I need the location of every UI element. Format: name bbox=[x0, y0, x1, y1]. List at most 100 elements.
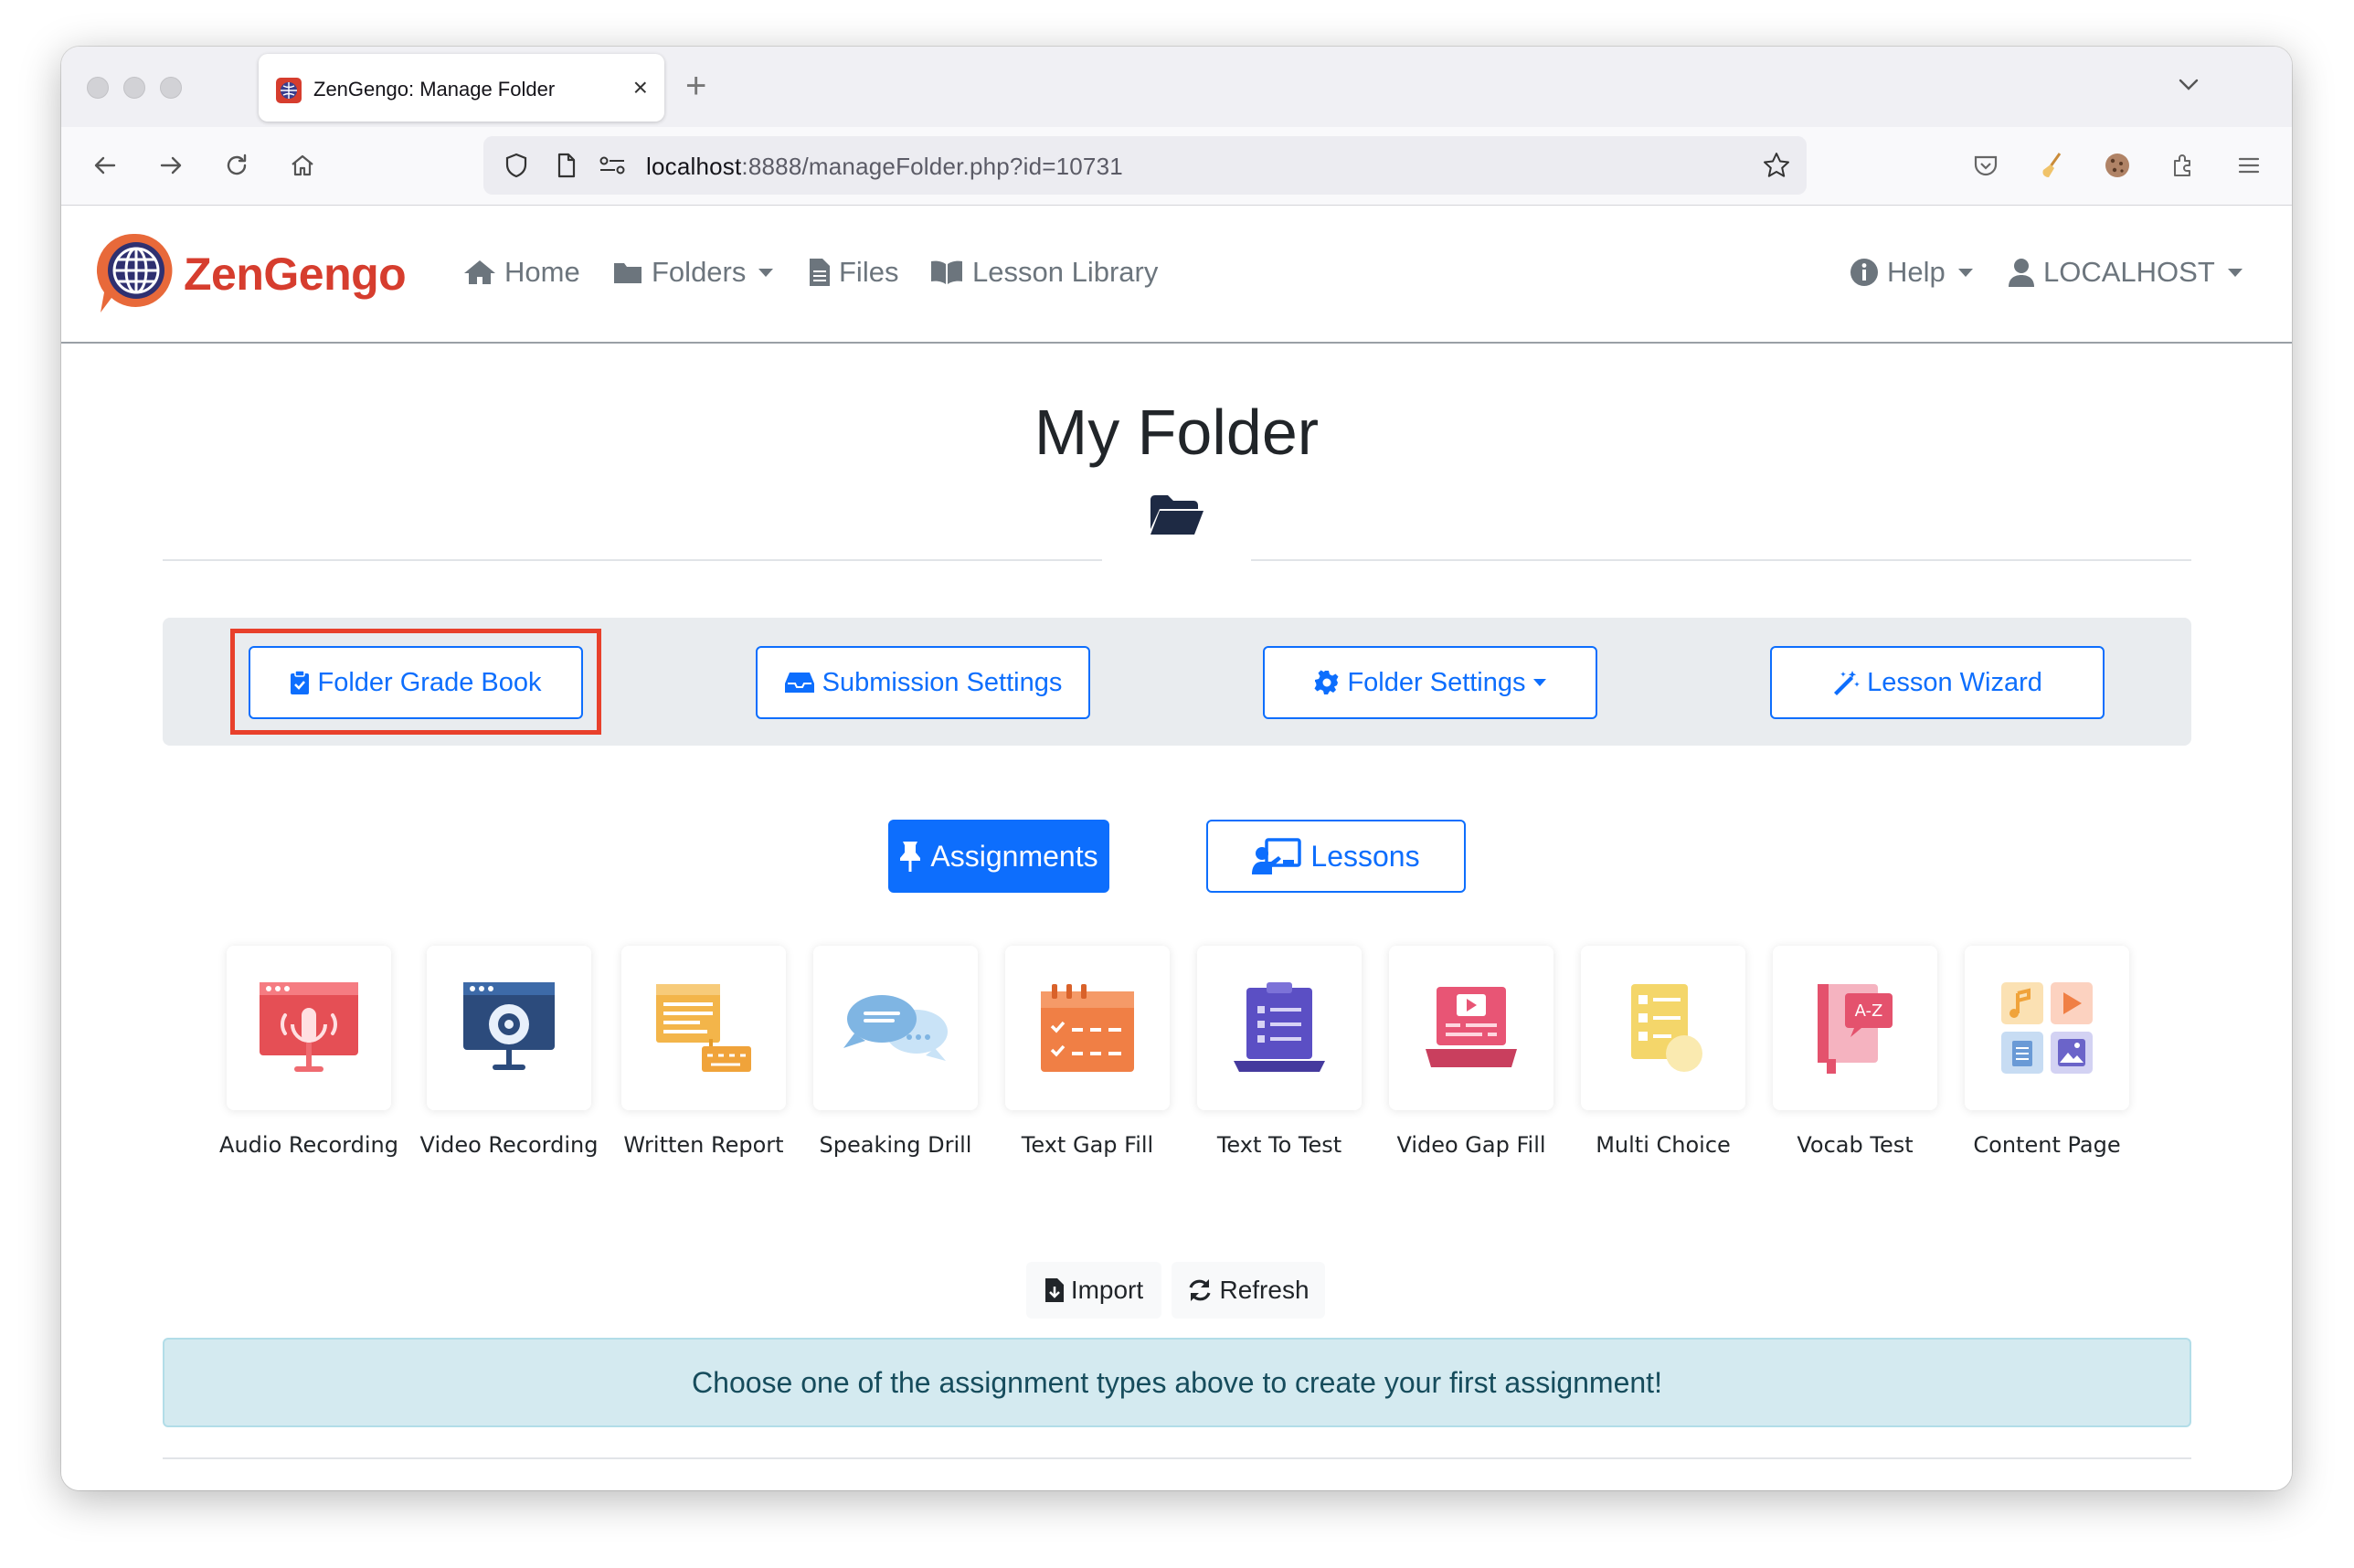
video-gap-fill-icon bbox=[1426, 987, 1517, 1067]
nav-user-dropdown[interactable]: LOCALHOST bbox=[2008, 254, 2243, 291]
lesson-wizard-button[interactable]: Lesson Wizard bbox=[1770, 646, 2105, 719]
tab-title: ZenGengo: Manage Folder bbox=[313, 78, 556, 101]
assignment-type-label: Text Gap Fill bbox=[1021, 1132, 1154, 1158]
magic-wand-icon bbox=[1834, 671, 1860, 695]
zengengo-logo-icon bbox=[96, 233, 173, 313]
window-zoom-button[interactable] bbox=[160, 77, 182, 99]
speaking-drill-tile[interactable] bbox=[813, 946, 978, 1110]
forward-arrow-icon bbox=[160, 156, 182, 175]
assignment-type-video-gap-fill[interactable]: Video Gap Fill bbox=[1380, 946, 1563, 1158]
nav-folders-dropdown[interactable]: Folders bbox=[612, 254, 774, 291]
forward-button[interactable] bbox=[153, 147, 189, 184]
assignment-type-text-to-test[interactable]: Text To Test bbox=[1188, 946, 1371, 1158]
nav-files-label: Files bbox=[839, 256, 899, 288]
a-z-glyph: A-Z bbox=[1855, 1001, 1883, 1021]
file-import-icon bbox=[1044, 1278, 1064, 1302]
nav-help-label: Help bbox=[1887, 256, 1946, 288]
window-minimize-button[interactable] bbox=[123, 77, 145, 99]
nav-home-label: Home bbox=[504, 256, 580, 288]
inbox-icon bbox=[784, 673, 814, 693]
audio-recording-tile[interactable] bbox=[227, 946, 391, 1110]
tab-list-chevron-icon[interactable] bbox=[2175, 70, 2202, 98]
lesson-wizard-label: Lesson Wizard bbox=[1867, 667, 2042, 697]
main-content: My Folder Folder Grade Book Submission S… bbox=[61, 344, 2292, 1490]
nav-home[interactable]: Home bbox=[463, 254, 580, 291]
written-report-icon bbox=[656, 984, 751, 1072]
assignment-type-label: Content Page bbox=[1973, 1132, 2121, 1158]
sync-icon bbox=[1189, 1279, 1211, 1301]
reload-button[interactable] bbox=[218, 147, 255, 184]
folder-open-icon bbox=[1150, 495, 1204, 535]
shield-icon[interactable] bbox=[502, 151, 531, 180]
extension-cookie-button[interactable] bbox=[2099, 147, 2136, 184]
bottom-divider bbox=[163, 1457, 2191, 1459]
browser-tab-active[interactable]: ZenGengo: Manage Folder × bbox=[259, 54, 664, 122]
assignment-type-multi-choice[interactable]: Multi Choice bbox=[1572, 946, 1755, 1158]
folder-settings-dropdown[interactable]: Folder Settings bbox=[1263, 646, 1597, 719]
assignment-type-audio-recording[interactable]: Audio Recording bbox=[217, 946, 400, 1158]
address-bar[interactable]: localhost:8888/manageFolder.php?id=10731 bbox=[483, 136, 1807, 195]
user-icon bbox=[2009, 259, 2034, 287]
assignment-type-vocab-test[interactable]: A-Z Vocab Test bbox=[1764, 946, 1946, 1158]
assignment-type-content-page[interactable]: Content Page bbox=[1956, 946, 2138, 1158]
info-alert-text: Choose one of the assignment types above… bbox=[692, 1365, 1662, 1399]
new-tab-button[interactable]: + bbox=[685, 63, 706, 109]
video-gap-fill-tile[interactable] bbox=[1389, 946, 1553, 1110]
window-close-button[interactable] bbox=[87, 77, 109, 99]
speaking-drill-icon bbox=[843, 995, 948, 1061]
brand-logo[interactable]: ZenGengo bbox=[94, 230, 407, 318]
url-text[interactable]: localhost:8888/manageFolder.php?id=10731 bbox=[646, 152, 1123, 181]
vocab-test-tile[interactable]: A-Z bbox=[1773, 946, 1937, 1110]
extensions-button[interactable] bbox=[2165, 147, 2201, 184]
permissions-icon[interactable] bbox=[597, 151, 628, 180]
text-gap-fill-icon bbox=[1041, 984, 1134, 1072]
app-menu-button[interactable] bbox=[2231, 147, 2267, 184]
refresh-button[interactable]: Refresh bbox=[1172, 1262, 1325, 1319]
nav-files[interactable]: Files bbox=[809, 254, 898, 291]
content-page-icon bbox=[2001, 982, 2093, 1074]
assignment-type-label: Speaking Drill bbox=[819, 1132, 972, 1158]
highlight-box bbox=[230, 629, 601, 735]
import-label: Import bbox=[1070, 1276, 1144, 1304]
assignment-type-speaking-drill[interactable]: Speaking Drill bbox=[804, 946, 987, 1158]
video-recording-tile[interactable] bbox=[427, 946, 591, 1110]
thumbtack-icon bbox=[900, 842, 921, 872]
cookie-icon bbox=[2105, 154, 2129, 177]
assignment-type-label: Vocab Test bbox=[1797, 1132, 1914, 1158]
info-alert: Choose one of the assignment types above… bbox=[163, 1338, 2191, 1427]
pocket-button[interactable] bbox=[1967, 147, 2004, 184]
home-icon bbox=[464, 260, 495, 284]
tab-lessons[interactable]: Lessons bbox=[1206, 820, 1466, 893]
home-button[interactable] bbox=[284, 147, 321, 184]
written-report-tile[interactable] bbox=[621, 946, 786, 1110]
tab-assignments[interactable]: Assignments bbox=[888, 820, 1109, 893]
browser-window: ZenGengo: Manage Folder × + localhost:88… bbox=[61, 47, 2292, 1490]
video-recording-icon bbox=[463, 982, 555, 1070]
assignment-type-label: Video Gap Fill bbox=[1396, 1132, 1546, 1158]
back-button[interactable] bbox=[87, 147, 123, 184]
assignment-type-video-recording[interactable]: Video Recording bbox=[418, 946, 600, 1158]
page-info-icon[interactable] bbox=[551, 151, 580, 180]
home-icon bbox=[292, 154, 313, 176]
submission-settings-button[interactable]: Submission Settings bbox=[756, 646, 1090, 719]
gear-icon bbox=[1314, 670, 1339, 694]
nav-lesson-library[interactable]: Lesson Library bbox=[929, 254, 1158, 291]
multi-choice-tile[interactable] bbox=[1581, 946, 1745, 1110]
import-button[interactable]: Import bbox=[1026, 1262, 1161, 1319]
url-host: localhost bbox=[646, 153, 742, 180]
content-page-tile[interactable] bbox=[1965, 946, 2129, 1110]
nav-help-dropdown[interactable]: Help bbox=[1850, 254, 1973, 291]
tab-close-icon[interactable]: × bbox=[633, 73, 648, 102]
assignment-type-written-report[interactable]: Written Report bbox=[612, 946, 795, 1158]
caret-down-icon bbox=[758, 268, 774, 277]
brand-name: ZenGengo bbox=[184, 249, 407, 300]
text-to-test-tile[interactable] bbox=[1197, 946, 1362, 1110]
url-path: :8888/manageFolder.php?id=10731 bbox=[741, 153, 1123, 180]
chalkboard-teacher-icon bbox=[1252, 838, 1302, 874]
text-gap-fill-tile[interactable] bbox=[1005, 946, 1170, 1110]
assignment-type-label: Video Recording bbox=[419, 1132, 599, 1158]
assignment-type-text-gap-fill[interactable]: Text Gap Fill bbox=[996, 946, 1179, 1158]
extension-broom-button[interactable] bbox=[2033, 147, 2070, 184]
bookmark-star-icon[interactable] bbox=[1761, 150, 1792, 181]
vocab-test-icon: A-Z bbox=[1818, 984, 1893, 1074]
